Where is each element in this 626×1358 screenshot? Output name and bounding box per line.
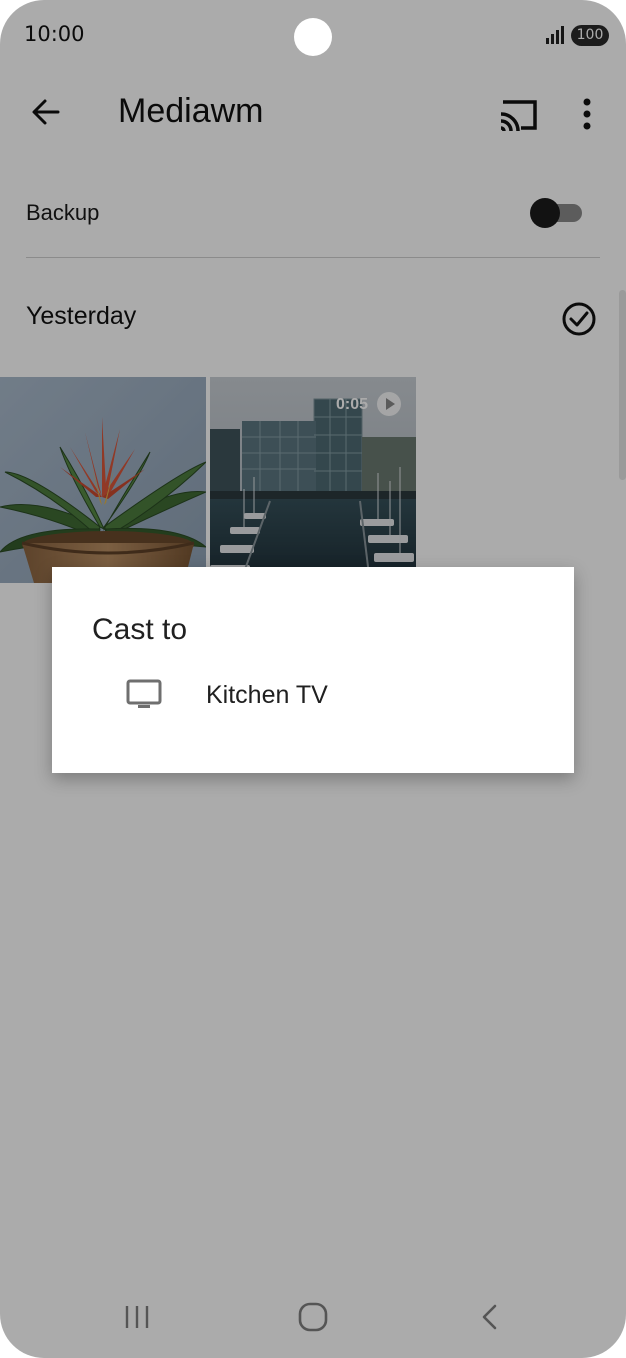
nav-back-icon[interactable] bbox=[476, 1302, 502, 1332]
cast-device-item[interactable]: Kitchen TV bbox=[52, 665, 574, 727]
device-label: Kitchen TV bbox=[206, 681, 328, 709]
dialog-title: Cast to bbox=[92, 613, 188, 646]
recents-icon[interactable] bbox=[122, 1302, 152, 1332]
cast-dialog: Cast to Kitchen TV bbox=[52, 567, 574, 773]
tv-icon bbox=[126, 679, 162, 708]
system-nav-bar bbox=[0, 1282, 626, 1352]
front-camera bbox=[294, 18, 332, 56]
phone-screen: 10:00 100 Mediawm Backup Yesterday 0:05 … bbox=[0, 0, 626, 1358]
home-icon[interactable] bbox=[296, 1300, 330, 1334]
